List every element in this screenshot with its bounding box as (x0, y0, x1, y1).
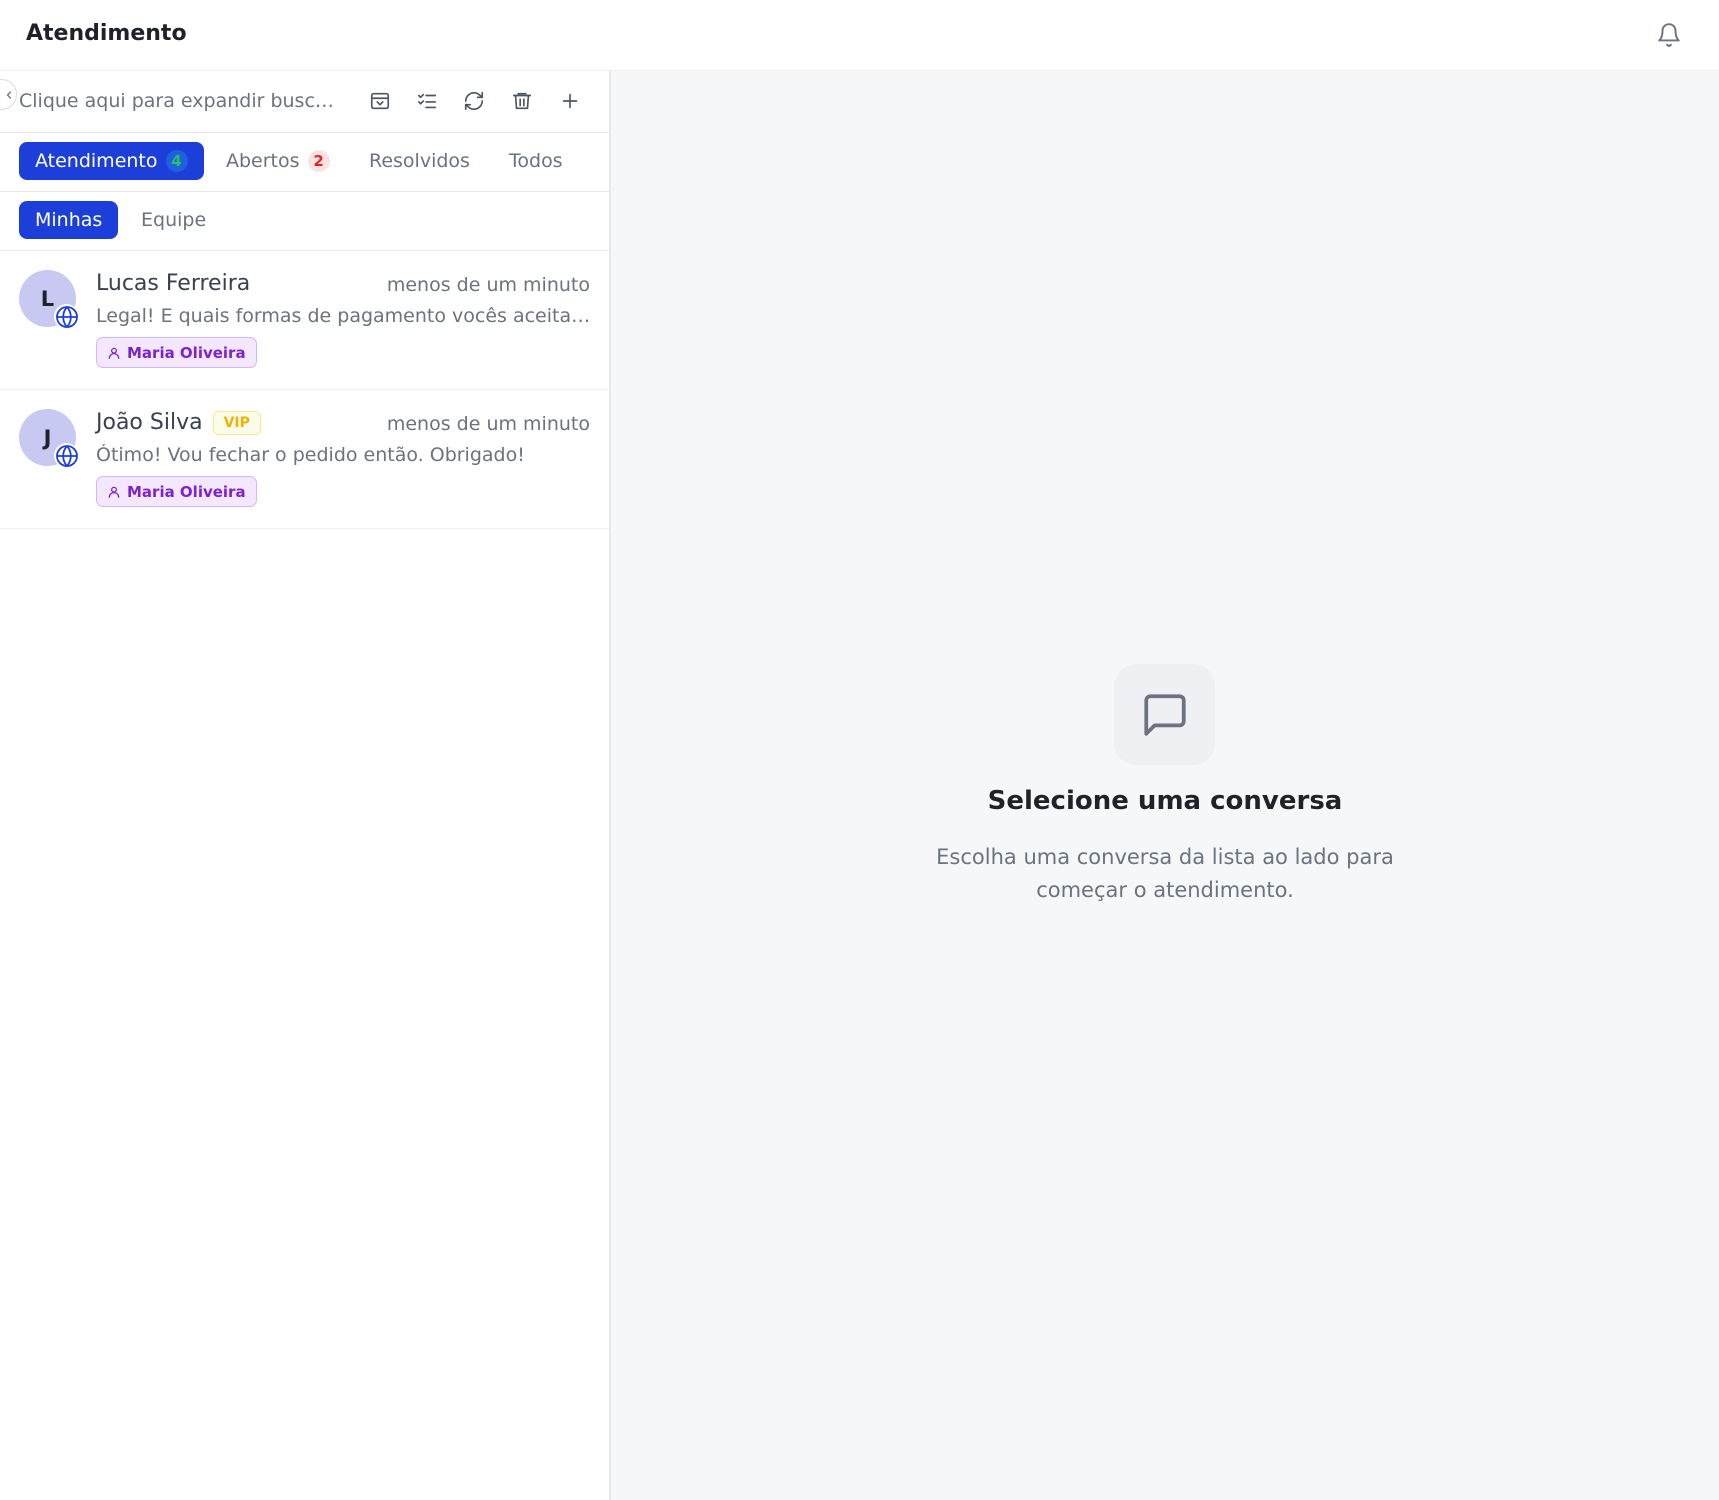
globe-icon (54, 443, 79, 468)
tab-label: Minhas (35, 209, 103, 231)
tab-minhas[interactable]: Minhas (19, 201, 119, 239)
tab-count: 2 (307, 150, 330, 172)
contact-name: João Silva VIP (96, 410, 261, 435)
chevron-left-icon (6, 90, 11, 99)
agent-name: Maria Oliveira (127, 482, 246, 501)
conversation-detail-panel: Selecione uma conversa Escolha uma conve… (611, 71, 1719, 1500)
search-input[interactable] (19, 85, 341, 117)
tab-label: Abertos (226, 150, 300, 172)
conversation-item[interactable]: J João Silva VIP menos de um minuto Ótim… (0, 390, 609, 529)
tab-atendimento[interactable]: Atendimento 4 (19, 142, 204, 180)
page-title: Atendimento (26, 21, 187, 46)
top-bar: Atendimento (0, 0, 1719, 71)
assigned-agent-tag: Maria Oliveira (96, 337, 257, 368)
agent-name: Maria Oliveira (127, 343, 246, 362)
conversation-time: menos de um minuto (386, 413, 590, 435)
conversation-time: menos de um minuto (386, 274, 590, 296)
checklist-icon[interactable] (412, 86, 442, 116)
contact-name-text: João Silva (96, 410, 203, 435)
conversation-item[interactable]: L Lucas Ferreira menos de um minuto Lega… (0, 251, 609, 390)
archive-icon[interactable] (365, 86, 395, 116)
refresh-icon[interactable] (459, 86, 489, 116)
bell-icon[interactable] (1655, 20, 1683, 50)
tab-label: Atendimento (35, 150, 158, 172)
last-message: Legal! E quais formas de pagamento vocês… (96, 305, 591, 327)
tab-count: 4 (165, 150, 188, 172)
user-icon (107, 485, 121, 499)
plus-icon[interactable] (555, 86, 585, 116)
user-icon (107, 346, 121, 360)
last-message: Ótimo! Vou fechar o pedido então. Obriga… (96, 444, 525, 466)
contact-name: Lucas Ferreira (96, 271, 250, 296)
tab-label: Resolvidos (369, 150, 470, 172)
tab-todos[interactable]: Todos (509, 142, 563, 180)
scope-tabs: Minhas Equipe (0, 192, 609, 251)
message-square-icon (1114, 664, 1215, 765)
contact-name-text: Lucas Ferreira (96, 271, 251, 296)
tab-resolvidos[interactable]: Resolvidos (369, 142, 470, 180)
assigned-agent-tag: Maria Oliveira (96, 476, 257, 507)
vip-badge: VIP (212, 410, 261, 435)
tab-equipe[interactable]: Equipe (141, 201, 206, 239)
tab-label: Equipe (141, 209, 207, 231)
tab-label: Todos (509, 150, 563, 172)
status-tabs: Atendimento 4 Abertos 2 Resolvidos Todos (0, 133, 609, 192)
trash-icon[interactable] (507, 86, 537, 116)
tab-abertos[interactable]: Abertos 2 (226, 142, 330, 180)
empty-state-text: Escolha uma conversa da lista ao lado pa… (936, 845, 1394, 902)
conversation-panel: Atendimento 4 Abertos 2 Resolvidos Todos… (0, 71, 611, 1500)
empty-state-title: Selecione uma conversa (987, 786, 1343, 816)
globe-icon (54, 304, 79, 329)
search-toolbar (0, 71, 609, 133)
